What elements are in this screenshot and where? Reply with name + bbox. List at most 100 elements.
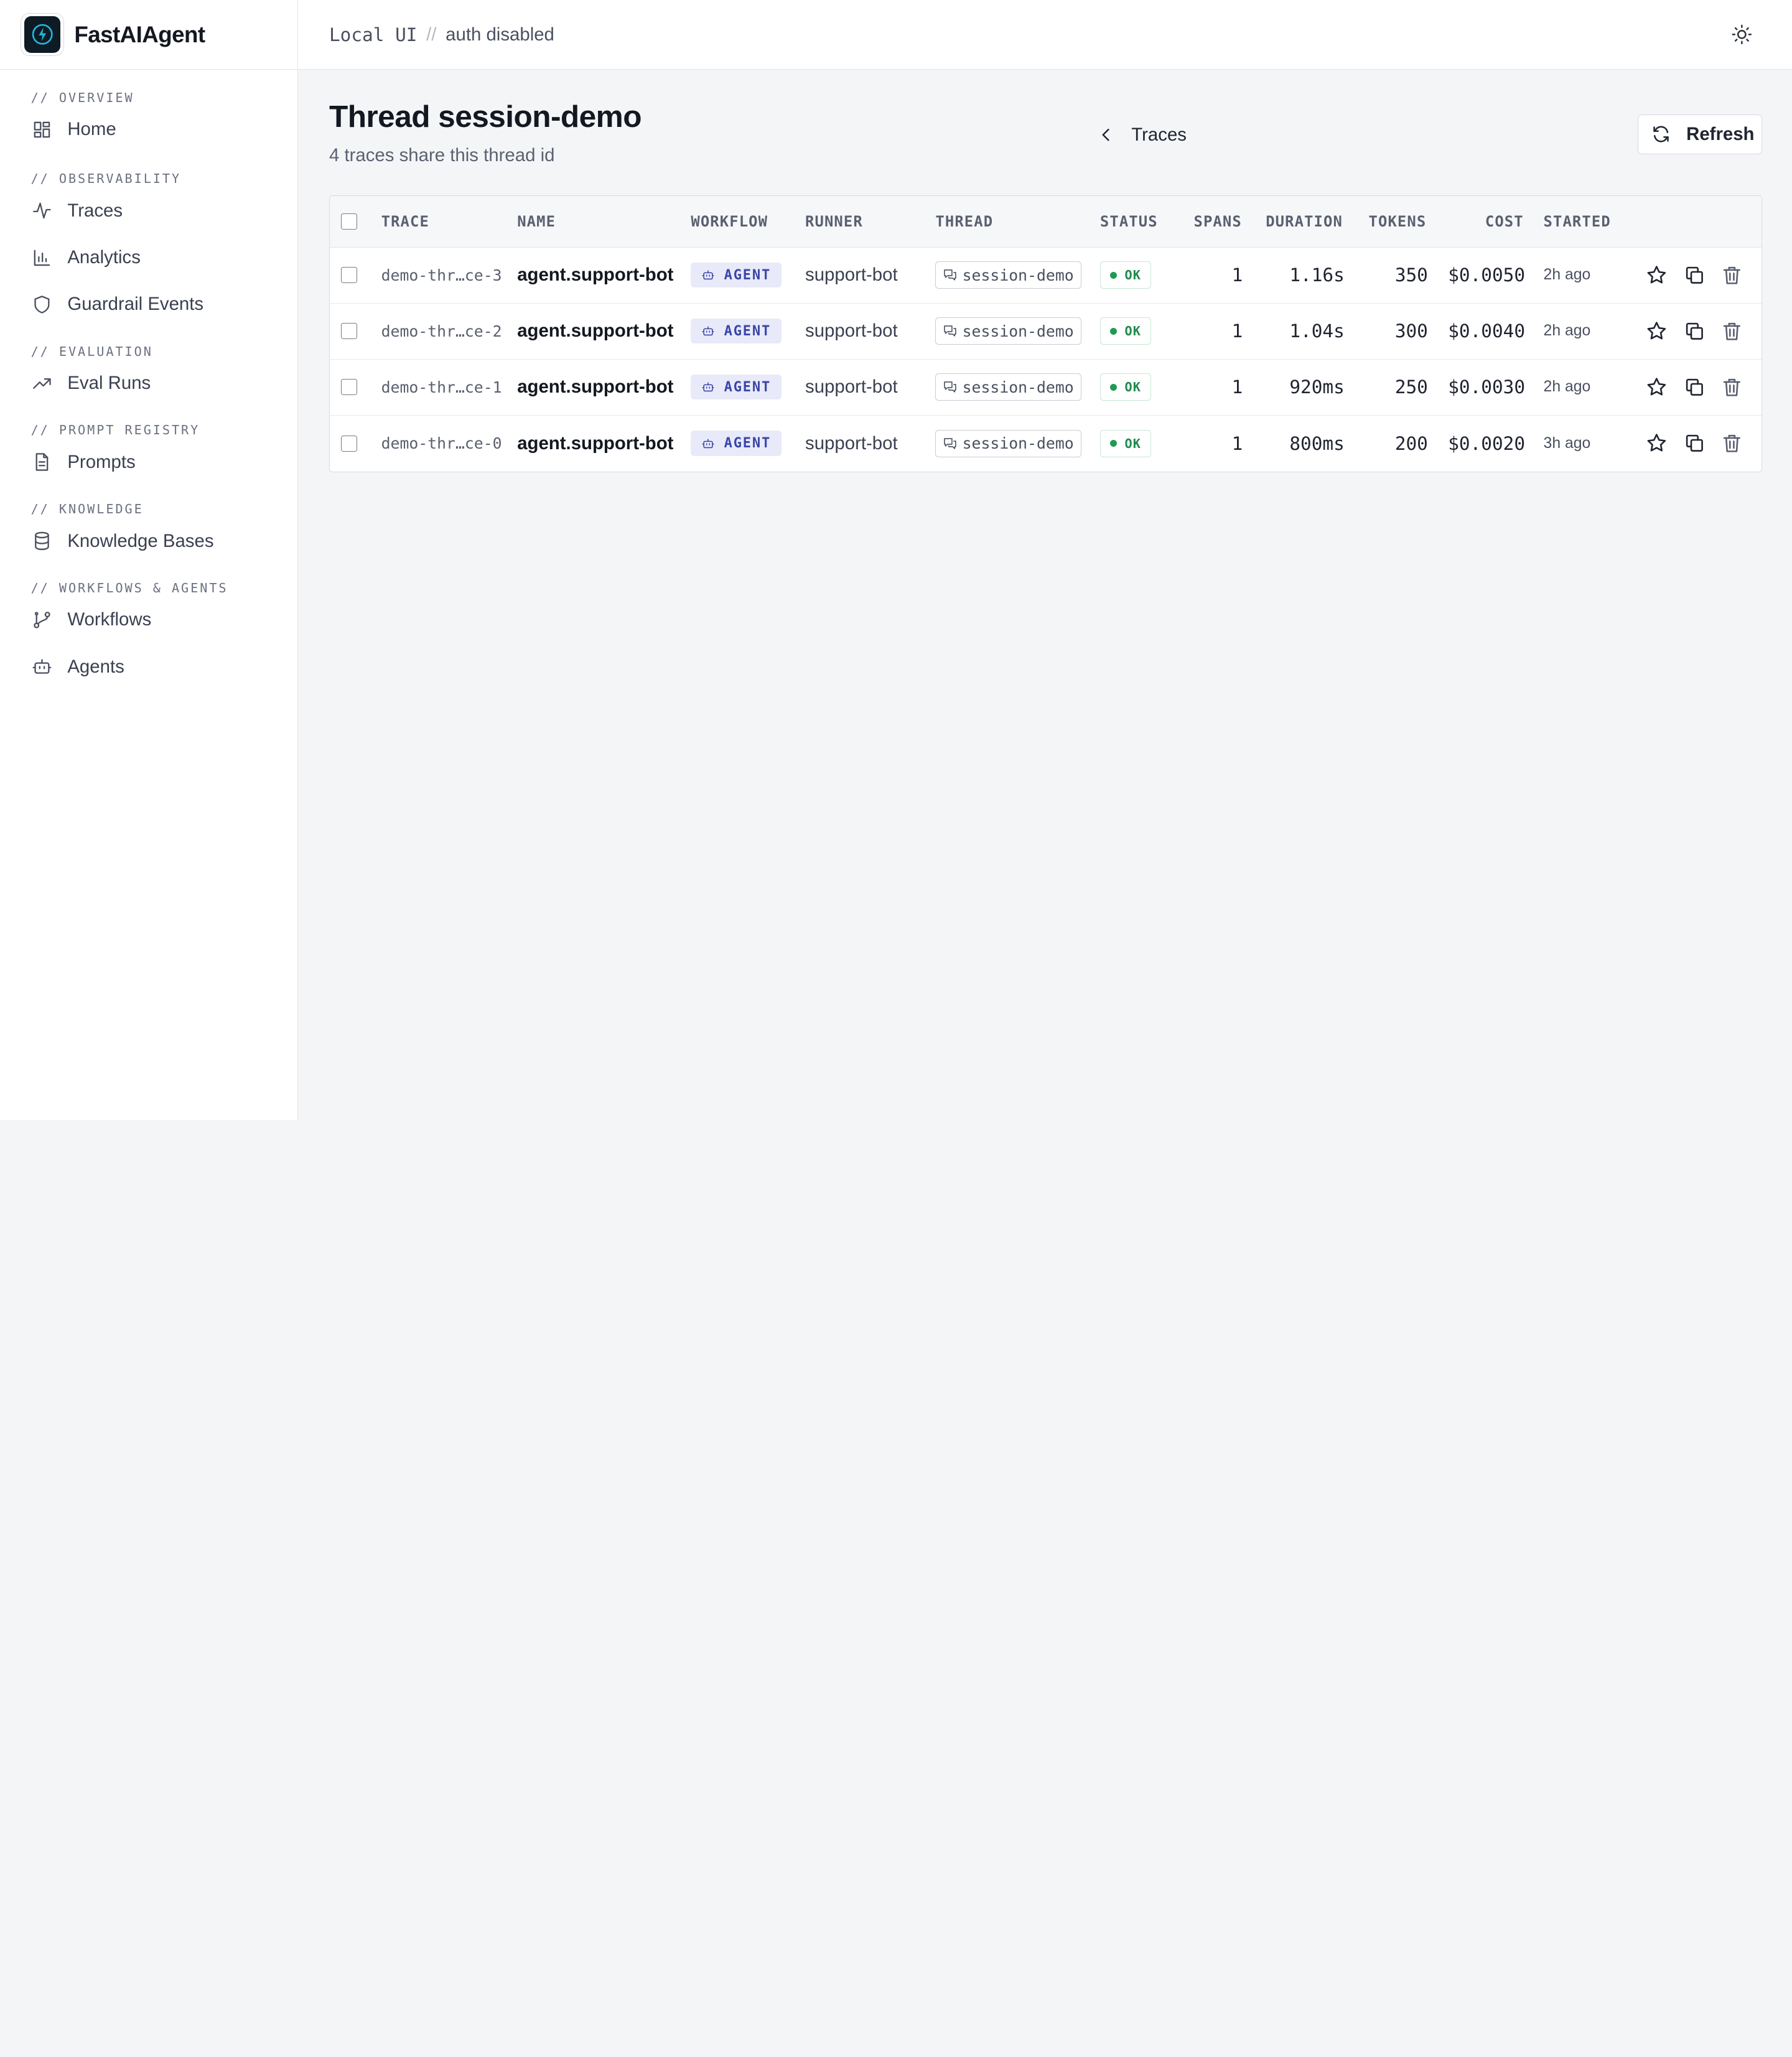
delete-button[interactable]: [1720, 376, 1743, 399]
sidebar-item-agents[interactable]: Agents: [0, 643, 297, 690]
tokens-value: 250: [1394, 376, 1428, 398]
copy-button[interactable]: [1683, 432, 1706, 455]
table-row[interactable]: demo-thr…ce-3 agent.support-bot AGENT suppo…: [329, 248, 1762, 304]
star-icon: [1647, 434, 1666, 452]
column-header-runner[interactable]: RUNNER: [805, 196, 863, 247]
select-all-checkbox[interactable]: [341, 213, 358, 230]
thread-badge[interactable]: session-demo: [935, 317, 1081, 345]
nav-section-overview: // OVERVIEW: [30, 90, 134, 106]
trace-id[interactable]: demo-thr…ce-3: [381, 248, 502, 303]
started-time: 3h ago: [1543, 434, 1591, 452]
started-time: 2h ago: [1543, 322, 1591, 340]
column-header-name[interactable]: NAME: [517, 196, 556, 247]
row-checkbox[interactable]: [341, 267, 358, 284]
duration-value: 920ms: [1289, 376, 1345, 398]
star-button[interactable]: [1645, 432, 1668, 455]
trace-id[interactable]: demo-thr…ce-1: [381, 360, 502, 415]
copy-button[interactable]: [1683, 376, 1706, 399]
started-time: 2h ago: [1543, 378, 1591, 396]
delete-button[interactable]: [1720, 320, 1743, 343]
brand-logo: [21, 12, 64, 57]
sidebar-item-home[interactable]: Home: [0, 106, 297, 153]
sidebar-nav: // OVERVIEW Home // OBSERVABILITY Traces…: [0, 70, 297, 690]
star-button[interactable]: [1645, 376, 1668, 399]
status-dot: [1109, 271, 1117, 279]
trash-icon: [1724, 435, 1741, 452]
tokens-value: 200: [1394, 432, 1428, 454]
file-text-icon: [35, 453, 48, 472]
workflow-label: AGENT: [724, 323, 772, 339]
workflow-badge: AGENT: [691, 318, 782, 344]
workflow-badge: AGENT: [691, 262, 782, 288]
theme-toggle-button[interactable]: [1730, 23, 1753, 46]
workflow-label: AGENT: [724, 436, 772, 452]
thread-badge[interactable]: session-demo: [935, 373, 1081, 401]
brand[interactable]: FastAIAgent: [0, 0, 298, 70]
copy-icon: [1686, 435, 1703, 452]
sidebar-item-label: Agents: [67, 656, 124, 677]
trending-up-icon: [32, 378, 51, 389]
trash-icon: [1724, 378, 1741, 396]
sidebar-item-knowledge-bases[interactable]: Knowledge Bases: [0, 518, 297, 564]
trace-name[interactable]: agent.support-bot: [517, 416, 673, 472]
sidebar-item-eval-runs[interactable]: Eval Runs: [0, 360, 297, 406]
sidebar-item-guardrail-events[interactable]: Guardrail Events: [0, 281, 297, 328]
sidebar-item-workflows[interactable]: Workflows: [0, 597, 297, 643]
delete-button[interactable]: [1720, 432, 1743, 455]
trace-name[interactable]: agent.support-bot: [517, 248, 673, 303]
sidebar-item-label: Knowledge Bases: [67, 530, 214, 551]
row-checkbox[interactable]: [341, 323, 358, 340]
column-header-workflow[interactable]: WORKFLOW: [691, 196, 768, 247]
auth-status: auth disabled: [446, 24, 554, 45]
sidebar-item-analytics[interactable]: Analytics: [0, 234, 297, 281]
duration-value: 800ms: [1289, 432, 1345, 454]
trace-id[interactable]: demo-thr…ce-2: [381, 304, 502, 359]
thread-label: session-demo: [962, 434, 1074, 453]
column-header-started[interactable]: STARTED: [1544, 196, 1611, 247]
status-label: OK: [1124, 268, 1141, 283]
trace-name[interactable]: agent.support-bot: [517, 360, 673, 415]
column-header-spans[interactable]: SPANS: [1194, 196, 1242, 247]
back-to-traces-link[interactable]: Traces: [1097, 121, 1187, 149]
column-header-status[interactable]: STATUS: [1100, 196, 1158, 247]
column-header-thread[interactable]: THREAD: [935, 196, 993, 247]
sidebar-item-prompts[interactable]: Prompts: [0, 439, 297, 485]
table-row[interactable]: demo-thr…ce-2 agent.support-bot AGENT suppo…: [329, 304, 1762, 360]
trace-id[interactable]: demo-thr…ce-0: [381, 416, 502, 472]
table-row[interactable]: demo-thr…ce-1 agent.support-bot AGENT suppo…: [329, 360, 1762, 416]
bot-icon: [32, 659, 51, 674]
brand-name: FastAIAgent: [74, 21, 205, 47]
trace-name[interactable]: agent.support-bot: [517, 304, 673, 359]
spans-count: 1: [1231, 264, 1243, 286]
column-header-trace[interactable]: TRACE: [381, 196, 429, 247]
star-icon: [1647, 322, 1666, 340]
thread-badge[interactable]: session-demo: [935, 429, 1081, 457]
row-checkbox[interactable]: [341, 379, 358, 396]
star-button[interactable]: [1645, 320, 1668, 343]
column-header-tokens[interactable]: TOKENS: [1369, 196, 1427, 247]
refresh-button[interactable]: Refresh: [1637, 114, 1763, 154]
traces-table: TRACE NAME WORKFLOW RUNNER THREAD STATUS…: [329, 195, 1763, 472]
activity-icon: [32, 203, 51, 219]
refresh-label: Refresh: [1686, 123, 1755, 144]
cost-value: $0.0020: [1448, 432, 1525, 454]
mode-label: Local UI: [329, 24, 418, 45]
sidebar-item-traces[interactable]: Traces: [0, 187, 297, 234]
thread-badge[interactable]: session-demo: [935, 261, 1081, 289]
column-header-duration[interactable]: DURATION: [1266, 196, 1343, 247]
copy-icon: [1686, 266, 1703, 284]
cost-value: $0.0050: [1448, 264, 1525, 286]
copy-button[interactable]: [1683, 320, 1706, 343]
column-header-cost[interactable]: COST: [1485, 196, 1524, 247]
table-row[interactable]: demo-thr…ce-0 agent.support-bot AGENT suppo…: [330, 416, 1762, 472]
breadcrumb-separator: //: [426, 24, 437, 45]
bot-icon: [702, 439, 714, 448]
sidebar-item-label: Traces: [67, 200, 123, 221]
row-checkbox[interactable]: [341, 435, 358, 452]
star-button[interactable]: [1645, 264, 1668, 287]
page-subtitle: 4 traces share this thread id: [329, 145, 555, 166]
status-badge: OK: [1099, 373, 1151, 401]
delete-button[interactable]: [1720, 264, 1743, 287]
spans-count: 1: [1231, 432, 1243, 454]
copy-button[interactable]: [1683, 264, 1706, 287]
